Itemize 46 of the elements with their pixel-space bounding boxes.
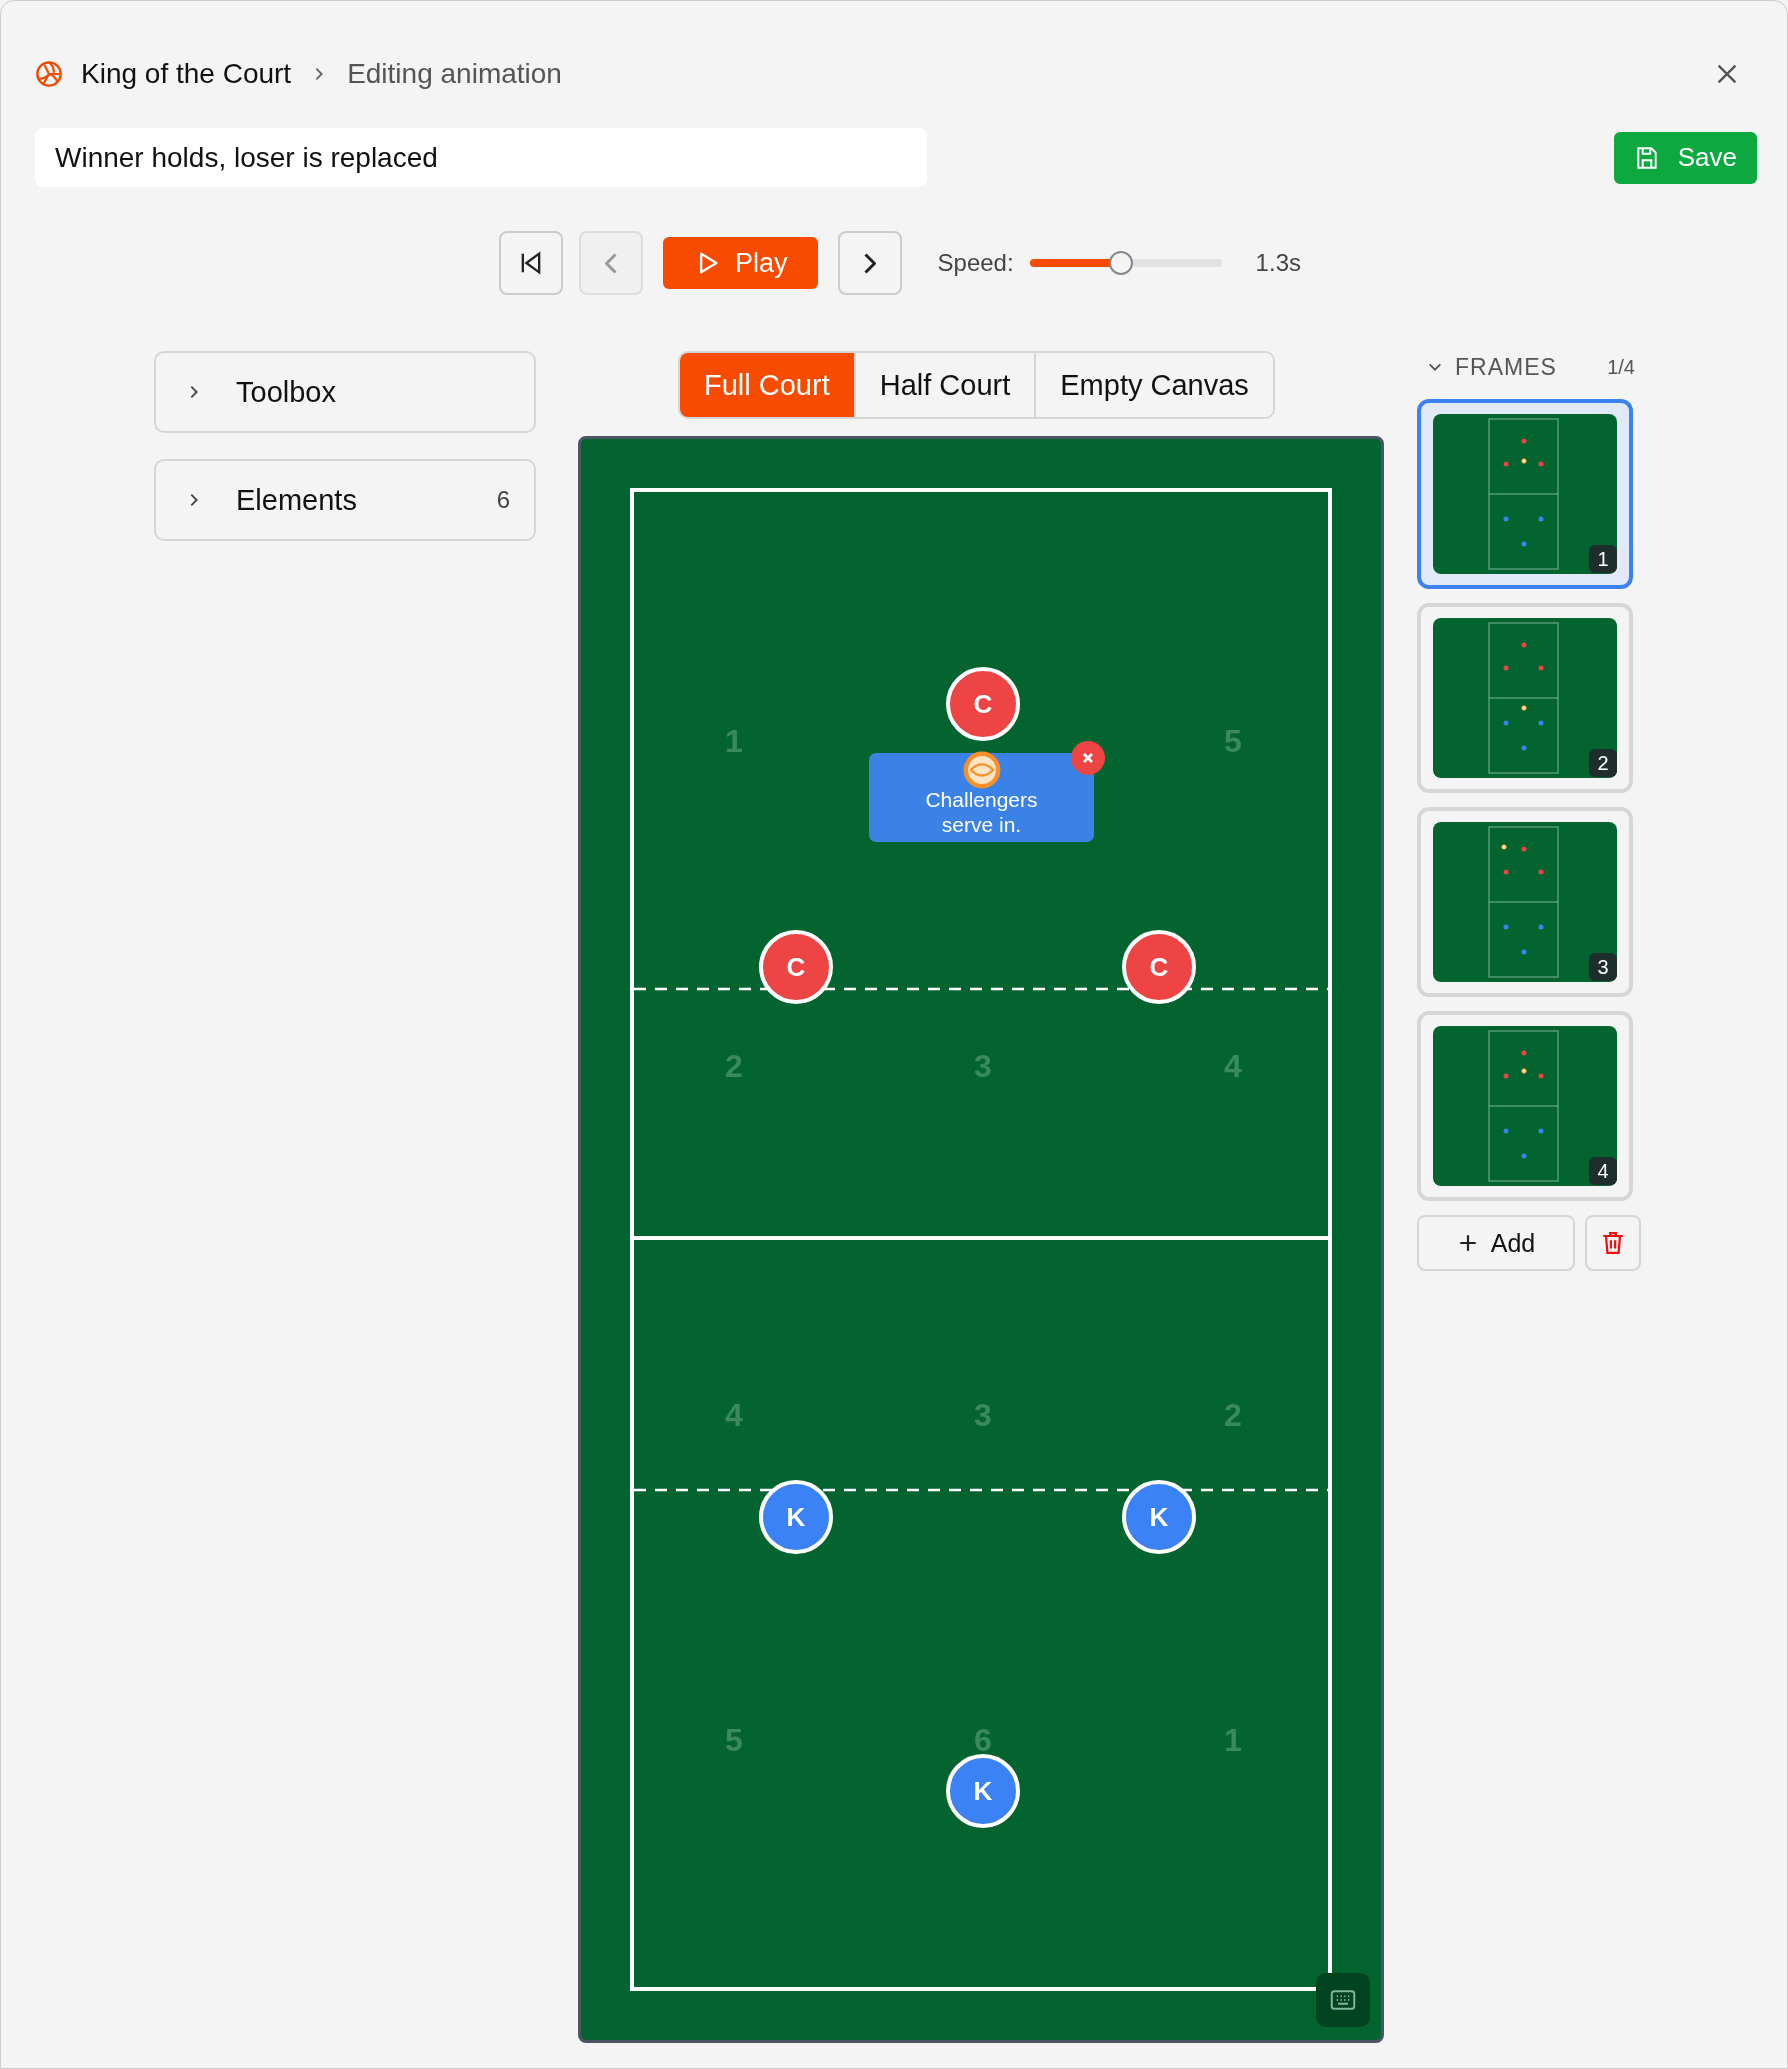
zone-number: 4 [1223, 1047, 1243, 1086]
next-button[interactable] [837, 231, 902, 295]
speed-label: Speed: [937, 249, 1014, 277]
page-title: Editing animation [347, 58, 562, 90]
zone-number: 5 [1223, 722, 1243, 761]
court-tab[interactable]: Full Court [680, 353, 854, 417]
add-frame-button[interactable]: Add [1417, 1215, 1575, 1271]
speed-value: 1.3s [1255, 249, 1301, 277]
delete-note-button[interactable] [1071, 741, 1105, 775]
player-token[interactable]: C [759, 930, 833, 1004]
chevron-left-icon [605, 252, 617, 274]
name-field[interactable]: Winner holds, loser is replaced [35, 128, 927, 187]
zone-number: 1 [724, 722, 744, 761]
volleyball-icon [35, 60, 63, 88]
frame-thumbnail[interactable]: 1 [1417, 399, 1633, 589]
player-token[interactable]: C [1122, 930, 1196, 1004]
player-token[interactable]: K [759, 1480, 833, 1554]
player-token[interactable]: K [946, 1754, 1020, 1828]
close-icon [1715, 62, 1739, 86]
chevron-right-icon [863, 252, 876, 274]
zone-number: 4 [724, 1396, 744, 1435]
player-token[interactable]: K [1122, 1480, 1196, 1554]
player-token[interactable]: C [946, 667, 1020, 741]
project-title[interactable]: King of the Court [81, 58, 292, 90]
frame-thumbnail[interactable]: 3 [1417, 807, 1633, 997]
zone-number: 5 [724, 1721, 744, 1760]
collapsible-panel[interactable]: Toolbox [154, 351, 536, 433]
court-canvas[interactable]: C 1 Challengers serve in. 5 C C 2 3 4 4 3 2 K K 5 6 1 K [578, 436, 1384, 2043]
frame-thumbnail[interactable]: 2 [1417, 603, 1633, 793]
collapsible-panel[interactable]: Elements 6 [154, 459, 536, 541]
speed-slider[interactable] [1029, 251, 1222, 275]
ball-icon[interactable] [963, 751, 1001, 789]
court-tab[interactable]: Empty Canvas [1034, 353, 1273, 417]
zone-number: 1 [1223, 1721, 1243, 1760]
zone-number: 2 [724, 1047, 744, 1086]
zone-number: 2 [1223, 1396, 1243, 1435]
frames-heading: FRAMES [1455, 353, 1557, 381]
frame-thumbnail[interactable]: 4 [1417, 1011, 1633, 1201]
delete-frame-button[interactable] [1585, 1215, 1641, 1271]
text-note[interactable]: Challengers serve in. [869, 753, 1094, 842]
keyboard-button[interactable] [1316, 1973, 1370, 2027]
play-button[interactable]: Play [663, 237, 818, 289]
frame-counter: 1/4 [1607, 355, 1635, 379]
first-frame-button[interactable] [499, 231, 563, 295]
zone-number: 3 [973, 1396, 993, 1435]
zone-number: 3 [973, 1047, 993, 1086]
